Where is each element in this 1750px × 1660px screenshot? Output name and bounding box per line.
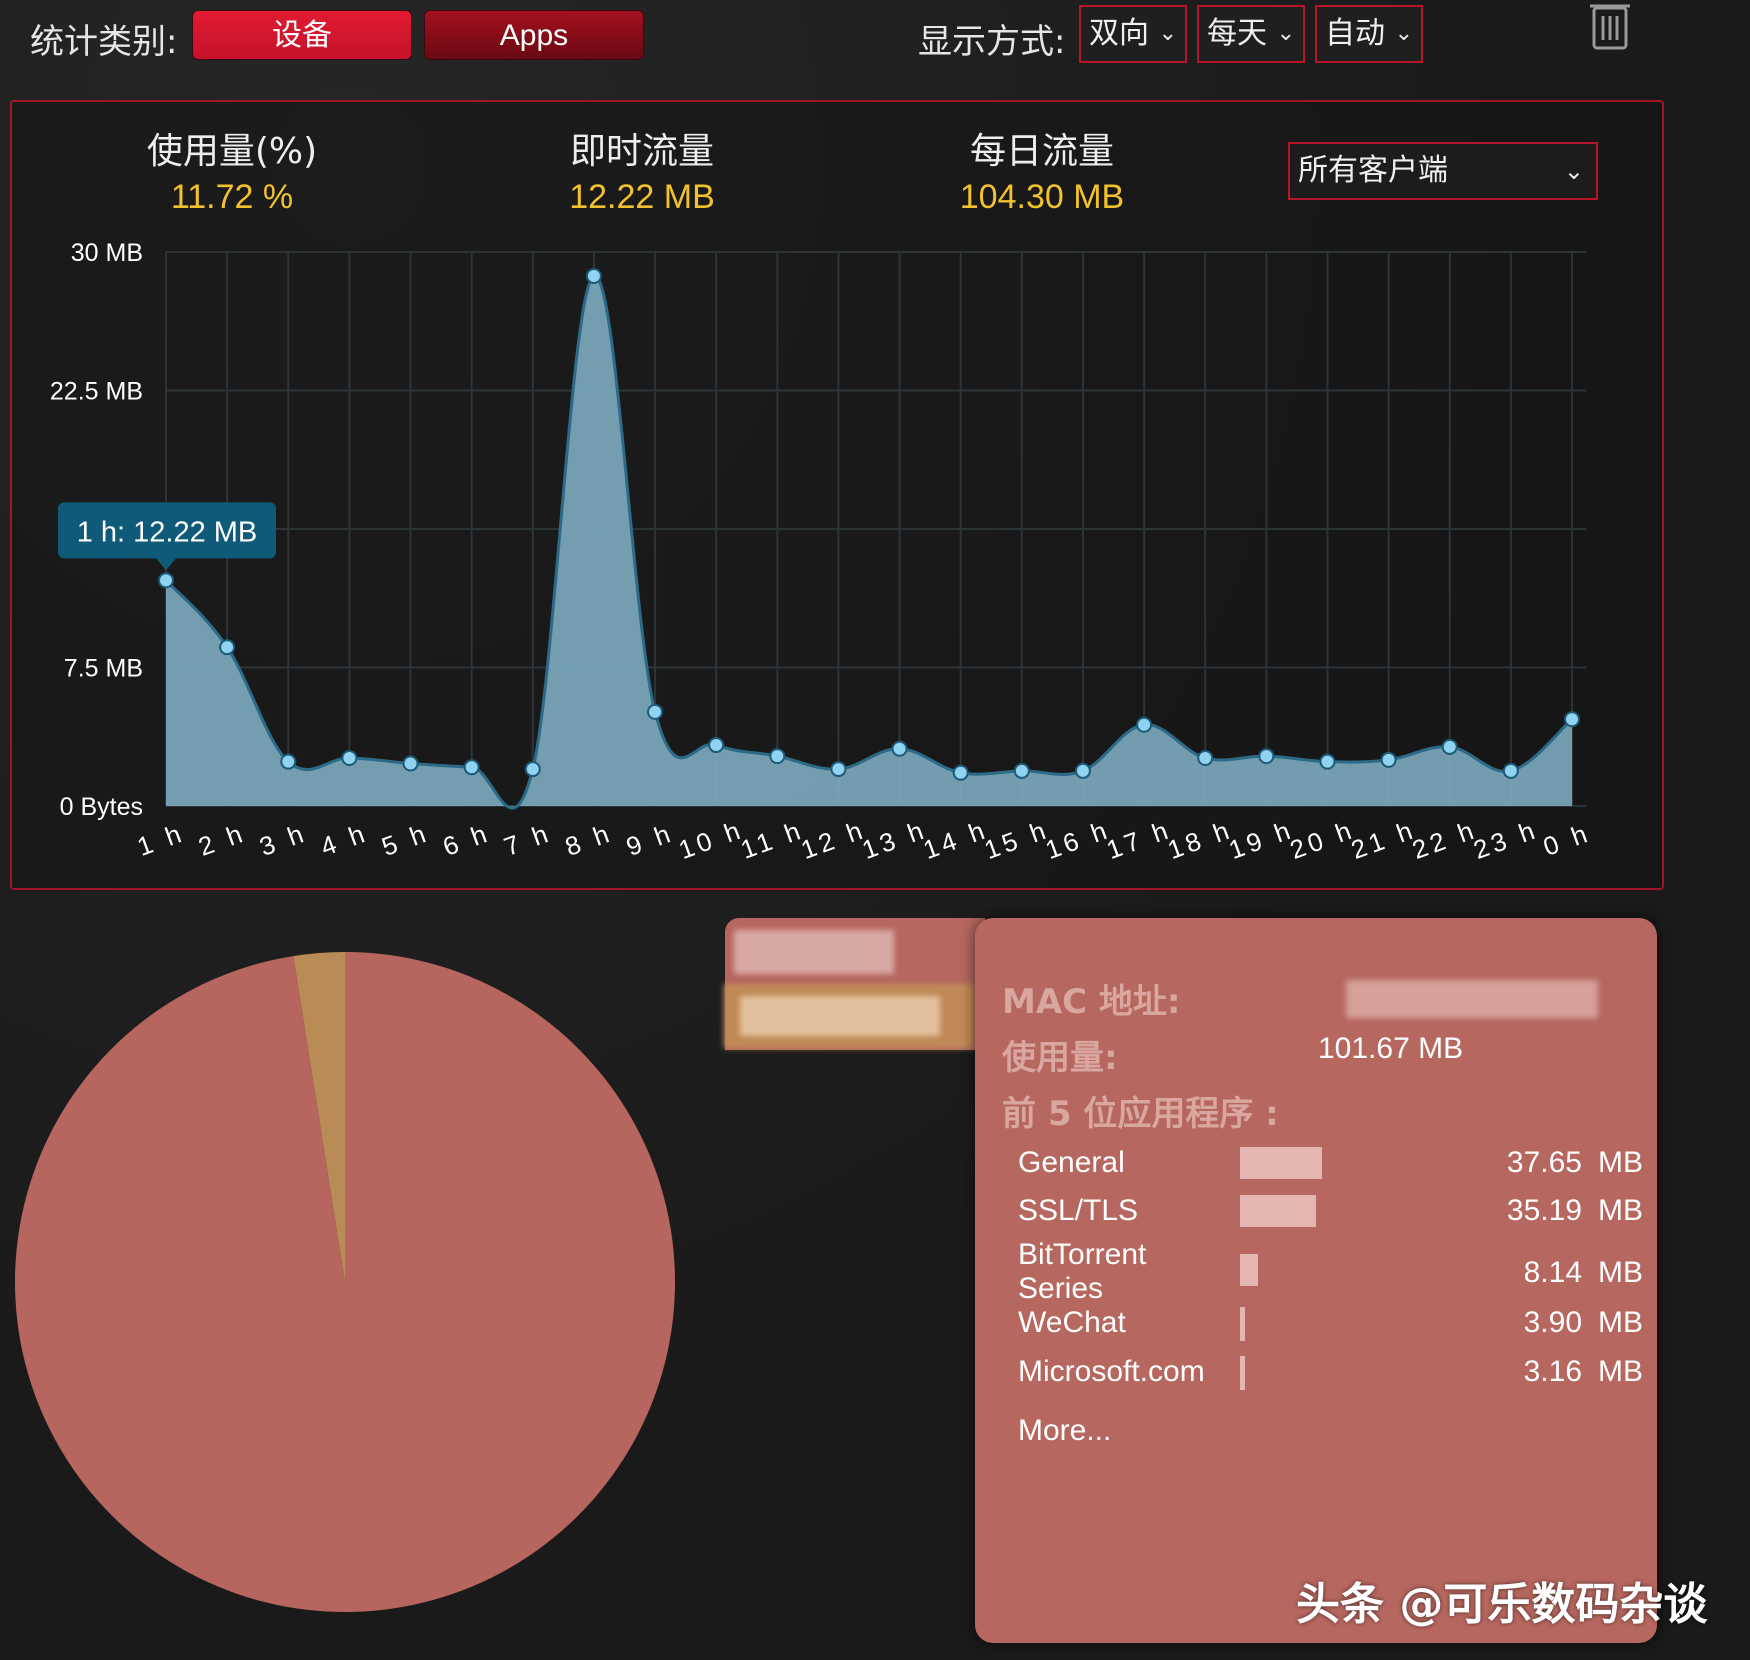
app-usage-bar	[1240, 1147, 1322, 1179]
app-usage-unit: MB	[1598, 1194, 1643, 1227]
app-usage-unit: MB	[1598, 1355, 1643, 1388]
app-usage-unit: MB	[1598, 1306, 1643, 1339]
app-usage-value: 3.90	[1523, 1306, 1582, 1339]
x-tick-label: 6 h	[439, 817, 495, 862]
x-tick-label: 10 h	[675, 814, 748, 865]
y-tick-label: 30 MB	[71, 239, 143, 267]
data-point-18h	[1197, 749, 1214, 766]
hourly-traffic-chart: 0 Bytes 7.5 MB 22.5 MB 30 MB 1 h2 h3 h4 h5 h…	[50, 239, 1595, 865]
data-point-22h	[1441, 738, 1458, 755]
data-point-8h	[585, 268, 602, 285]
data-point-17h	[1136, 716, 1153, 733]
data-point-0h	[1564, 711, 1580, 728]
y-tick-label: 7.5 MB	[64, 655, 143, 683]
data-point-20h	[1319, 753, 1336, 770]
x-tick-label: 2 h	[194, 817, 250, 862]
more-apps-link[interactable]: More...	[1018, 1414, 1111, 1448]
chart-tooltip-text: 1 h: 12.22 MB	[77, 516, 258, 548]
device-usage-pie-chart	[14, 952, 675, 1612]
app-usage-unit: MB	[1598, 1256, 1643, 1289]
data-point-7h	[524, 761, 541, 778]
data-point-10h	[708, 737, 725, 754]
data-point-13h	[891, 740, 908, 757]
x-tick-label: 4 h	[317, 817, 373, 862]
data-point-16h	[1074, 762, 1091, 779]
x-tick-label: 5 h	[378, 817, 434, 862]
x-tick-label: 9 h	[622, 817, 678, 862]
data-point-11h	[769, 748, 786, 765]
mac-address-label: MAC 地址:	[1002, 982, 1181, 1022]
device-usage-value: 101.67 MB	[1318, 1032, 1464, 1065]
chart-tooltip-pointer	[156, 558, 176, 571]
app-name: BitTorrent Series	[1018, 1238, 1147, 1305]
data-point-9h	[647, 703, 664, 720]
x-tick-label: 3 h	[255, 817, 311, 862]
data-point-2h	[219, 639, 236, 656]
app-usage-bar	[1240, 1307, 1245, 1341]
app-usage-value: 37.65	[1506, 1146, 1582, 1179]
data-point-12h	[830, 761, 847, 778]
traffic-line	[164, 274, 1573, 810]
x-tick-label: 1 h	[133, 817, 189, 862]
data-point-15h	[1013, 762, 1030, 779]
blurred-mac-address	[1346, 980, 1598, 1018]
data-point-5h	[402, 755, 419, 772]
data-point-1h	[158, 572, 174, 589]
data-point-19h	[1258, 748, 1275, 765]
traffic-area	[166, 275, 1572, 809]
x-tick-label: 0 h	[1539, 817, 1595, 862]
usage-label: 使用量:	[1002, 1038, 1118, 1078]
blurred-device-name	[734, 930, 894, 974]
app-usage-unit: MB	[1598, 1146, 1643, 1179]
top-apps-label: 前 5 位应用程序 :	[1002, 1094, 1279, 1134]
y-tick-label: 0 Bytes	[60, 793, 143, 821]
x-tick-label: 8 h	[561, 817, 617, 862]
x-tick-label: 23 h	[1469, 814, 1542, 865]
data-point-21h	[1380, 751, 1397, 768]
data-point-4h	[341, 749, 358, 766]
data-point-6h	[463, 759, 480, 776]
watermark: 头条 @可乐数码杂谈	[1296, 1579, 1708, 1630]
app-usage-bar	[1240, 1254, 1258, 1286]
data-point-23h	[1502, 762, 1519, 779]
app-usage-bar	[1240, 1356, 1245, 1390]
app-name: Microsoft.com	[1018, 1355, 1205, 1388]
blurred-legend-label	[740, 996, 940, 1036]
app-usage-bar	[1240, 1195, 1316, 1227]
app-usage-value: 35.19	[1506, 1194, 1582, 1227]
x-tick-label: 7 h	[500, 817, 556, 862]
app-name: WeChat	[1018, 1306, 1126, 1339]
y-tick-label: 22.5 MB	[50, 378, 143, 406]
app-usage-value: 3.16	[1523, 1355, 1582, 1388]
data-point-3h	[280, 753, 297, 770]
app-name: General	[1018, 1146, 1125, 1179]
app-name: SSL/TLS	[1018, 1194, 1139, 1227]
app-usage-value: 8.14	[1523, 1256, 1582, 1289]
data-point-14h	[952, 764, 969, 781]
